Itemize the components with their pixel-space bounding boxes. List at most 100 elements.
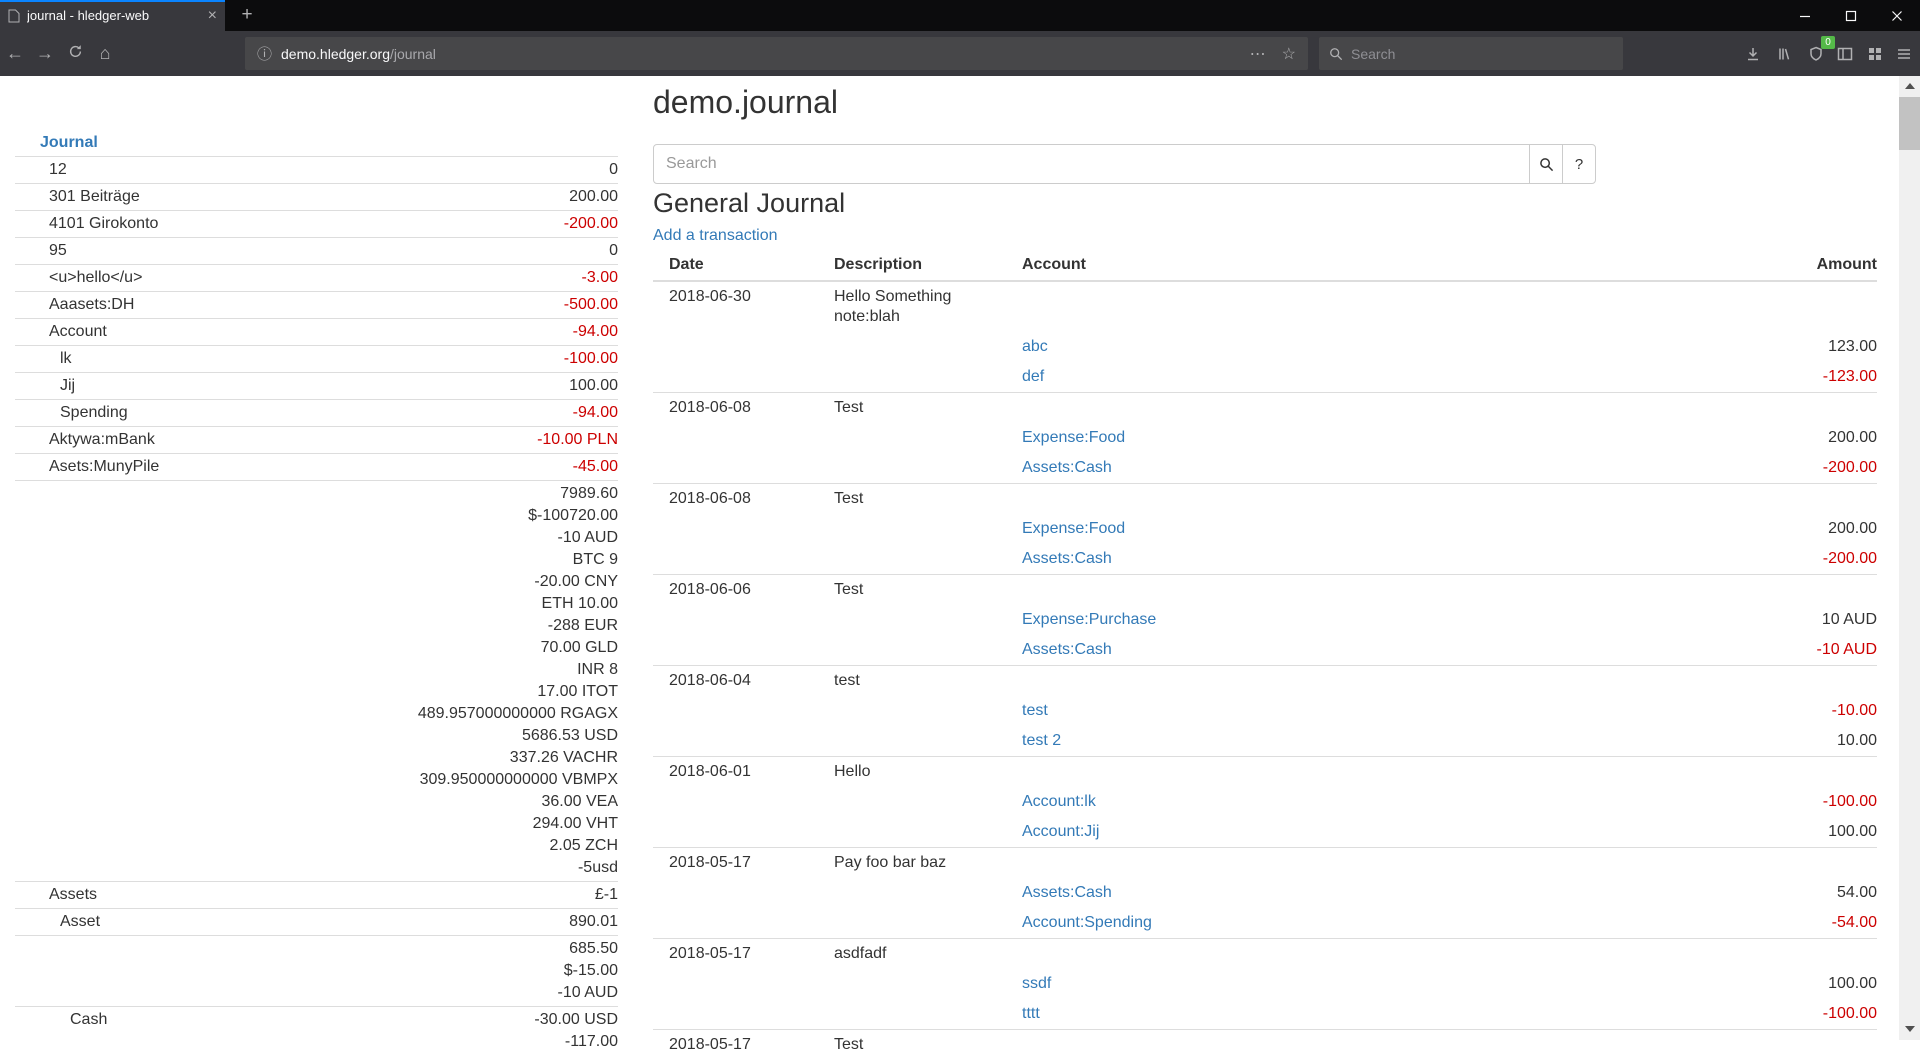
home-button[interactable]: ⌂ — [90, 36, 120, 70]
posting-row: Assets:Cash -200.00 — [653, 544, 1877, 575]
journal-table: Date Description Account Amount 2018-06-… — [653, 250, 1877, 1060]
posting-account-link[interactable]: Account:Jij — [1022, 823, 1099, 840]
sidebar-account-link[interactable]: 95 — [49, 242, 67, 259]
tab-close-icon[interactable]: × — [208, 8, 217, 24]
page-title: demo.journal — [653, 82, 1877, 122]
posting-row: Assets:Cash 54.00 — [653, 878, 1877, 908]
posting-account-link[interactable]: Account:Spending — [1022, 914, 1152, 931]
sidebar-toggle-icon[interactable] — [1830, 39, 1860, 69]
sidebar-account-link[interactable]: Account — [49, 323, 107, 340]
sidebar-account-row: Cash -30.00 USD -117.00 — [15, 1007, 618, 1056]
add-transaction-link[interactable]: Add a transaction — [653, 226, 778, 246]
posting-account-link[interactable]: Assets:Cash — [1022, 550, 1112, 567]
posting-amount: -100.00 — [1457, 999, 1877, 1030]
posting-amount: 54.00 — [1457, 878, 1877, 908]
scrollbar-thumb[interactable] — [1899, 97, 1920, 150]
posting-account-link[interactable]: test 2 — [1022, 732, 1061, 749]
search-input[interactable] — [653, 144, 1530, 184]
toolbar-search[interactable]: Search — [1319, 37, 1623, 70]
toolbar-search-placeholder: Search — [1351, 46, 1395, 62]
account-balance: 17.00 ITOT — [268, 681, 618, 703]
sidebar-account-link[interactable]: Jij — [60, 377, 75, 394]
sidebar-account-link[interactable]: Aktywa:mBank — [49, 431, 155, 448]
account-balance: 0 — [268, 240, 618, 262]
sidebar-account-row: <u>hello</u> -3.00 — [15, 265, 618, 292]
new-tab-button[interactable]: + — [232, 0, 262, 31]
page-actions-icon[interactable]: ⋯ — [1250, 44, 1266, 64]
journal-sidebar: Journal 12 0 301 Beiträge 200.00 4101 Gi… — [15, 130, 618, 1055]
url-bar[interactable]: ⓘ demo.hledger.org /journal ⋯ ☆ — [245, 37, 1308, 70]
reload-button[interactable] — [60, 36, 90, 70]
sidebar-account-link[interactable]: Aaasets:DH — [49, 296, 134, 313]
posting-account-link[interactable]: Expense:Food — [1022, 520, 1125, 537]
sidebar-account-link[interactable]: <u>hello</u> — [49, 269, 142, 286]
sidebar-account-row: Asets:MunyPile -45.00 — [15, 454, 618, 481]
posting-account-link[interactable]: Expense:Purchase — [1022, 611, 1156, 628]
posting-account-link[interactable]: Assets:Cash — [1022, 884, 1112, 901]
search-button[interactable] — [1529, 144, 1563, 184]
posting-account-link[interactable]: tttt — [1022, 1005, 1040, 1022]
sidebar-account-link[interactable]: lk — [60, 350, 72, 367]
sidebar-account-link[interactable]: 4101 Girokonto — [49, 215, 158, 232]
apps-grid-icon[interactable] — [1860, 39, 1890, 69]
bookmark-star-icon[interactable]: ☆ — [1282, 44, 1296, 64]
sidebar-account-link[interactable]: Spending — [60, 404, 128, 421]
site-info-icon[interactable]: ⓘ — [257, 43, 272, 64]
sidebar-journal-link[interactable]: Journal — [40, 134, 98, 151]
menu-hamburger-icon[interactable] — [1889, 39, 1919, 69]
back-button[interactable]: ← — [0, 36, 30, 70]
sidebar-account-link[interactable]: Cash — [70, 1011, 107, 1028]
posting-account-link[interactable]: def — [1022, 368, 1044, 385]
sidebar-account-link[interactable]: 301 Beiträge — [49, 188, 140, 205]
transaction-description: asdfadf — [826, 939, 1014, 970]
posting-row: Assets:Cash -10 AUD — [653, 635, 1877, 666]
sidebar-account-link[interactable]: Asets:MunyPile — [49, 458, 159, 475]
account-balance: INR 8 — [268, 659, 618, 681]
sidebar-account-row: 95 0 — [15, 238, 618, 265]
posting-row: Assets:Cash -200.00 — [653, 453, 1877, 484]
sidebar-account-row: 685.50 $-15.00 -10 AUD — [15, 936, 618, 1007]
minimize-button[interactable] — [1782, 0, 1828, 31]
account-balance: $-15.00 — [268, 960, 618, 982]
page-scrollbar[interactable] — [1899, 76, 1920, 1040]
account-balance: 36.00 VEA — [268, 791, 618, 813]
posting-amount: 200.00 — [1457, 514, 1877, 544]
adblock-extension-icon[interactable]: 0 — [1801, 39, 1831, 69]
sidebar-account-row: Aaasets:DH -500.00 — [15, 292, 618, 319]
library-icon[interactable] — [1769, 39, 1799, 69]
posting-account-link[interactable]: Expense:Food — [1022, 429, 1125, 446]
posting-account-link[interactable]: test — [1022, 702, 1048, 719]
posting-row: Account:lk -100.00 — [653, 787, 1877, 817]
sidebar-account-link[interactable]: Assets — [49, 886, 97, 903]
forward-button[interactable]: → — [30, 36, 60, 70]
sidebar-account-row: lk -100.00 — [15, 346, 618, 373]
tab-bar: journal - hledger-web × + — [0, 0, 1920, 31]
transaction-date: 2018-06-04 — [653, 666, 826, 697]
sidebar-account-link[interactable]: 12 — [49, 161, 67, 178]
sidebar-account-row: 301 Beiträge 200.00 — [15, 184, 618, 211]
posting-account-link[interactable]: Assets:Cash — [1022, 459, 1112, 476]
posting-row: abc 123.00 — [653, 332, 1877, 362]
search-help-button[interactable]: ? — [1562, 144, 1596, 184]
posting-row: Expense:Food 200.00 — [653, 423, 1877, 453]
account-balance: 2.05 ZCH — [268, 835, 618, 857]
close-window-button[interactable] — [1874, 0, 1920, 31]
transaction-row: 2018-05-17 asdfadf — [653, 939, 1877, 970]
transaction-description: Test — [826, 575, 1014, 606]
sidebar-account-row: Asset 890.01 — [15, 909, 618, 936]
account-balance: -10 AUD — [268, 527, 618, 549]
posting-account-link[interactable]: ssdf — [1022, 975, 1051, 992]
scrollbar-down-arrow[interactable] — [1899, 1019, 1920, 1040]
maximize-button[interactable] — [1828, 0, 1874, 31]
download-icon[interactable] — [1738, 39, 1768, 69]
scrollbar-up-arrow[interactable] — [1899, 76, 1920, 97]
account-balance: -94.00 — [268, 321, 618, 343]
posting-account-link[interactable]: Assets:Cash — [1022, 641, 1112, 658]
account-balance: -117.00 — [268, 1031, 618, 1053]
posting-account-link[interactable]: abc — [1022, 338, 1048, 355]
tab-journal[interactable]: journal - hledger-web × — [0, 0, 225, 31]
sidebar-account-link[interactable]: Asset — [60, 913, 100, 930]
column-date: Date — [653, 250, 826, 281]
posting-account-link[interactable]: Account:lk — [1022, 793, 1096, 810]
posting-amount: 123.00 — [1457, 332, 1877, 362]
